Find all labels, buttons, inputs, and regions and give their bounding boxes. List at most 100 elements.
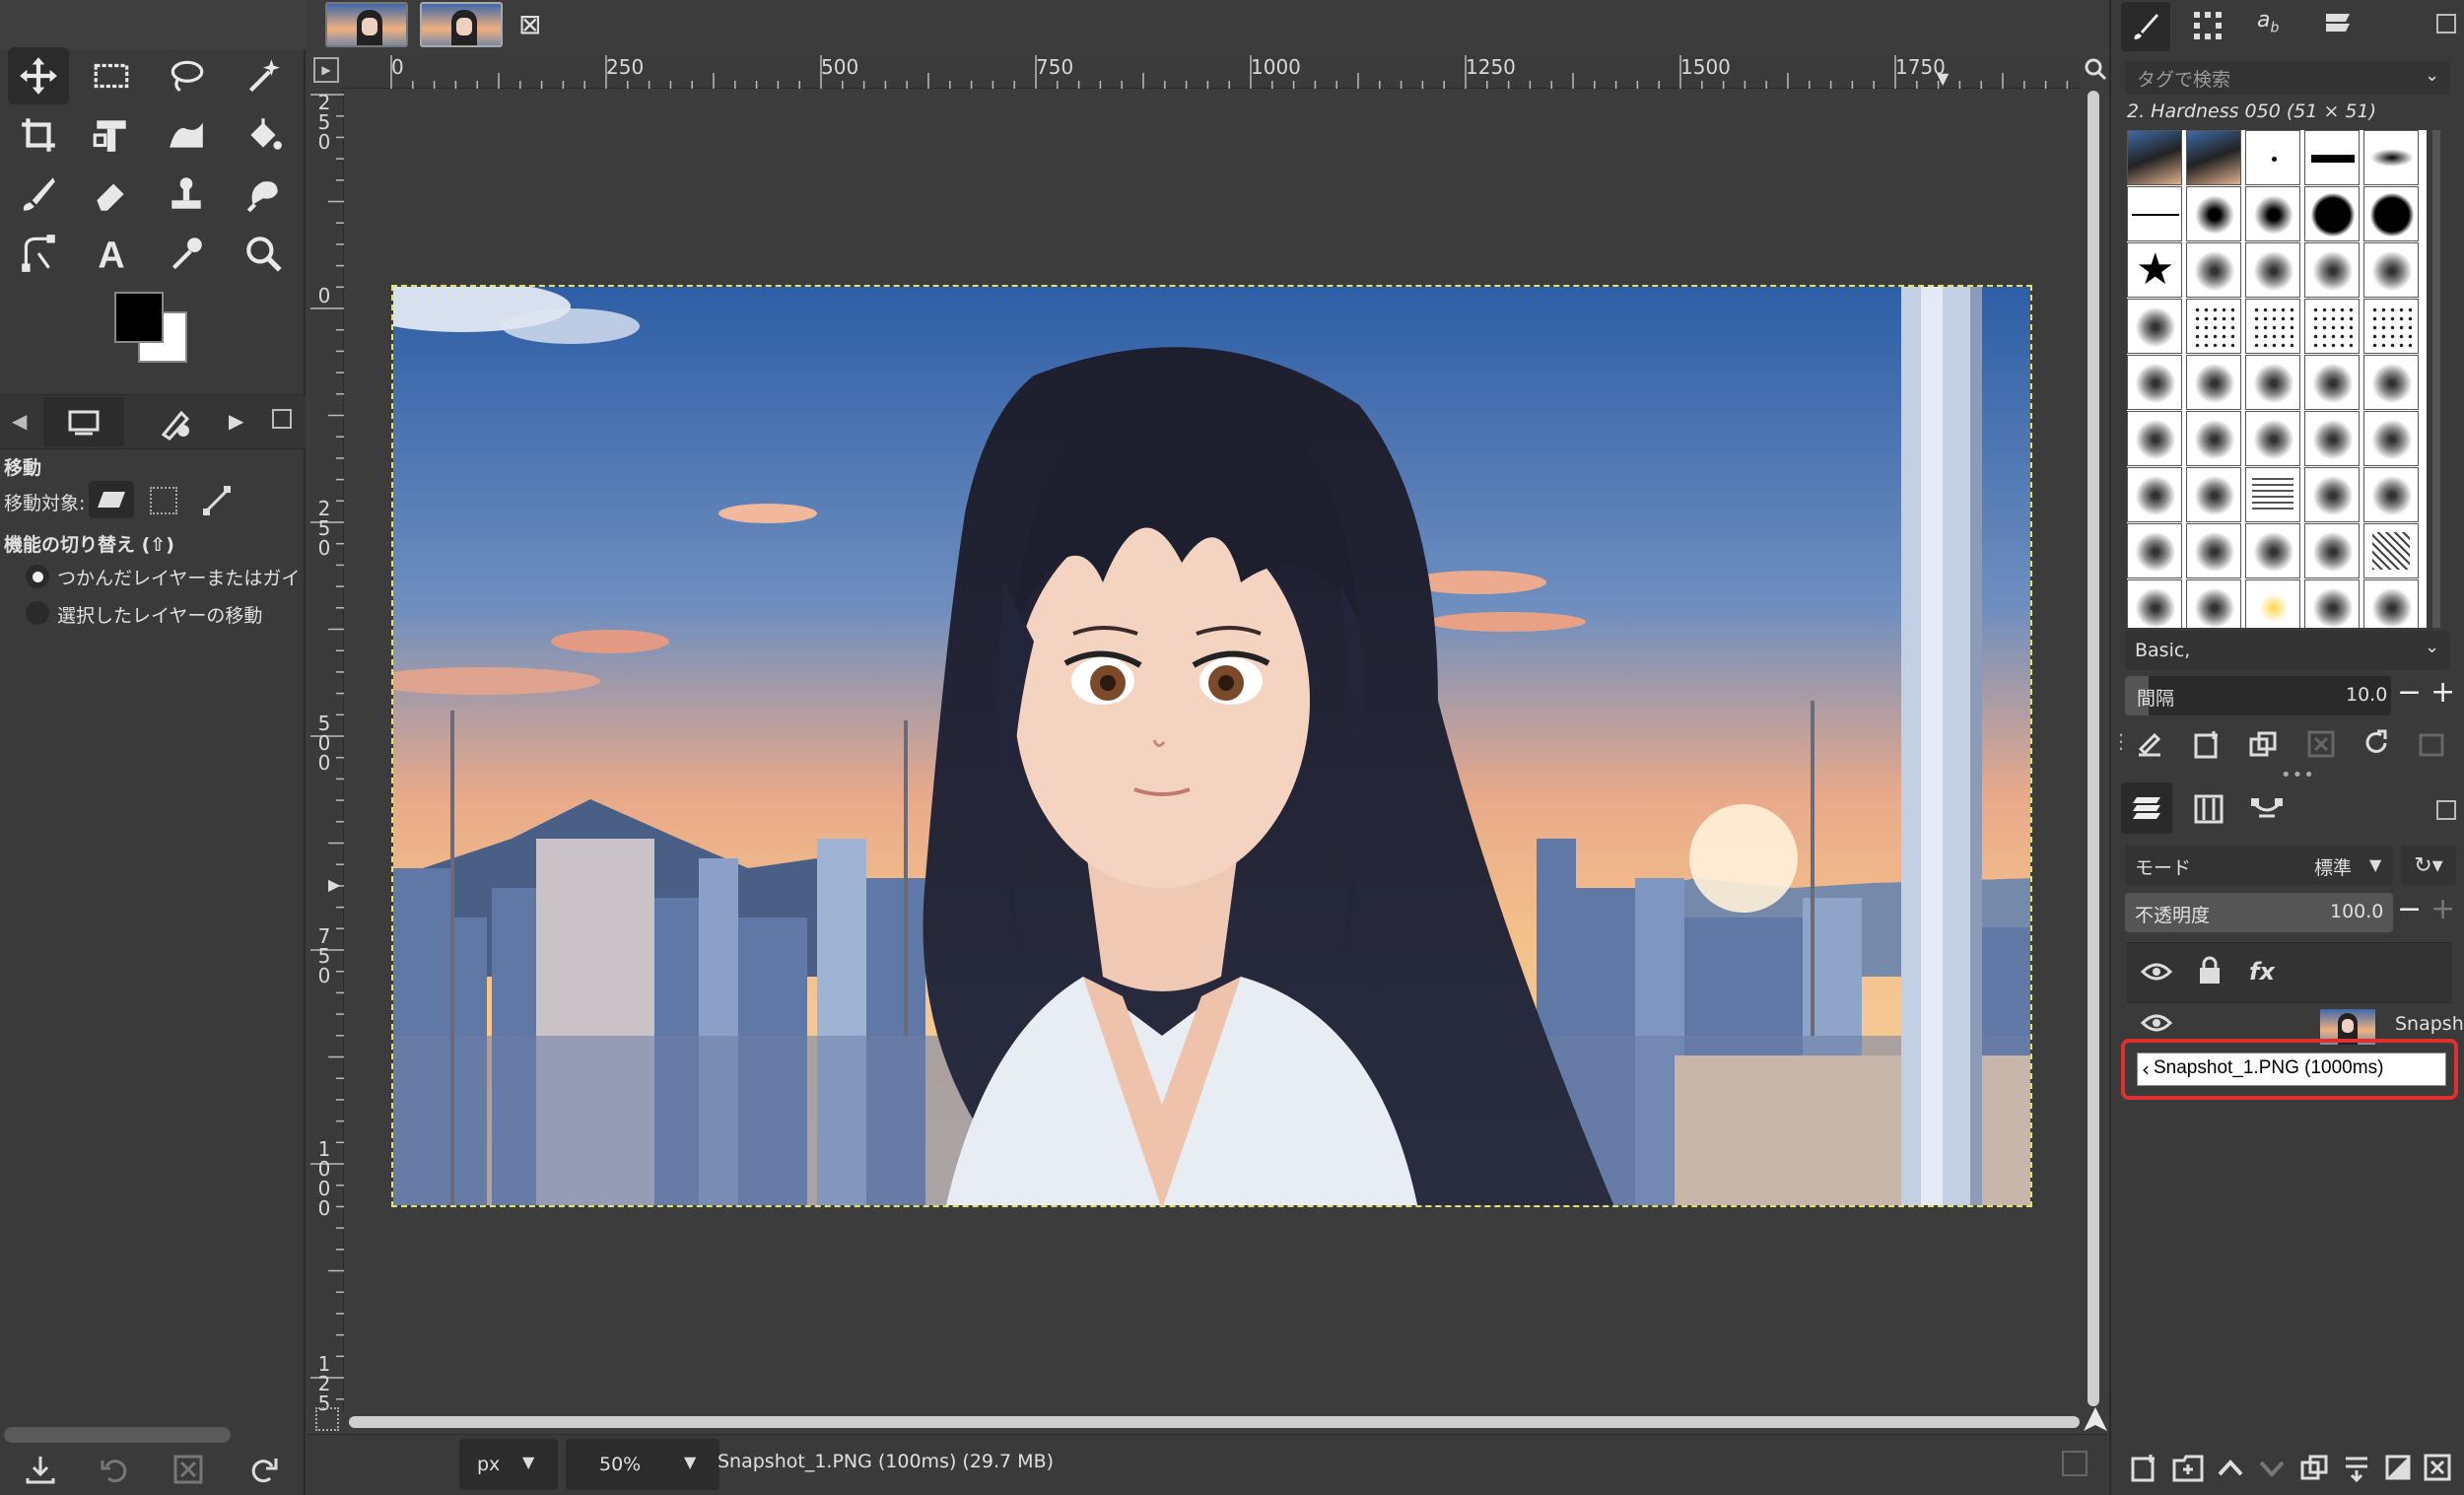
layer-effects-fx-icon[interactable]: fx: [2249, 958, 2275, 985]
brush-preset[interactable]: [2245, 242, 2300, 298]
brush-preset[interactable]: [2363, 467, 2419, 522]
zoom-tool-icon[interactable]: [233, 225, 294, 282]
unit-selector[interactable]: px ▼: [459, 1439, 558, 1490]
brush-preset[interactable]: [2304, 467, 2360, 522]
brush-preset[interactable]: [2363, 579, 2419, 628]
brush-preset[interactable]: [2127, 579, 2182, 628]
status-corner-icon[interactable]: [2062, 1451, 2088, 1476]
brush-preset[interactable]: [2304, 130, 2360, 185]
raise-layer-icon[interactable]: [2216, 1453, 2245, 1486]
image-tab-1[interactable]: [325, 2, 408, 47]
toolbox-scrollbar[interactable]: [4, 1427, 231, 1443]
brush-preset[interactable]: [2363, 299, 2419, 354]
brush-preset[interactable]: [2186, 130, 2241, 185]
tab-menu-icon[interactable]: [272, 409, 292, 429]
brush-as-image-icon[interactable]: [2417, 729, 2446, 763]
edit-brush-icon[interactable]: [2135, 729, 2164, 763]
brush-preset[interactable]: [2127, 355, 2182, 410]
lock-icon[interactable]: [2198, 956, 2222, 989]
radio-pick-layer[interactable]: [26, 565, 49, 588]
brush-preset[interactable]: [2363, 411, 2419, 466]
brush-preset[interactable]: [2363, 523, 2419, 578]
zoom-navigate-icon[interactable]: [2084, 57, 2107, 85]
delete-layer-icon[interactable]: [2423, 1453, 2452, 1486]
tab-tool-options[interactable]: [43, 397, 124, 446]
paths-tool-icon[interactable]: [8, 225, 69, 282]
smudge-tool-icon[interactable]: [233, 166, 294, 223]
duplicate-brush-icon[interactable]: [2249, 729, 2279, 763]
brush-preset[interactable]: [2304, 523, 2360, 578]
move-target-selection-button[interactable]: [150, 487, 177, 514]
bucket-fill-tool-icon[interactable]: [233, 106, 294, 164]
text-tool-icon[interactable]: A: [81, 225, 142, 282]
brush-preset[interactable]: [2186, 355, 2241, 410]
tab-device-status[interactable]: [158, 405, 193, 444]
brush-preset[interactable]: [2127, 299, 2182, 354]
color-picker-tool-icon[interactable]: [156, 225, 217, 282]
brush-preset[interactable]: [2186, 411, 2241, 466]
vertical-scroll-thumb[interactable]: [2088, 91, 2099, 1406]
brush-preset[interactable]: [2127, 523, 2182, 578]
image-tab-2[interactable]: [420, 2, 503, 47]
brushes-scrollbar[interactable]: [2432, 130, 2440, 628]
close-image-tab-icon[interactable]: ⊠: [518, 8, 541, 40]
new-brush-icon[interactable]: [2192, 729, 2222, 763]
layer-mode-dropdown[interactable]: モード 標準 ▼: [2125, 846, 2393, 885]
foreground-color-swatch[interactable]: [114, 292, 164, 343]
tabs-left-arrow-icon[interactable]: ◀: [12, 409, 27, 433]
merge-layer-icon[interactable]: [2342, 1453, 2371, 1486]
horizontal-scroll-thumb[interactable]: [349, 1416, 2080, 1428]
transform-tool-icon[interactable]: [81, 106, 142, 164]
brush-preset[interactable]: [2363, 186, 2419, 241]
new-layer-group-icon[interactable]: [2172, 1453, 2204, 1486]
brush-preset[interactable]: [2245, 523, 2300, 578]
lasso-tool-icon[interactable]: [156, 47, 217, 104]
reset-options-icon[interactable]: [246, 1453, 280, 1490]
eraser-tool-icon[interactable]: [81, 166, 142, 223]
brush-preset[interactable]: [2186, 242, 2241, 298]
layers-menu-icon[interactable]: [2436, 800, 2456, 820]
brush-preset[interactable]: [2186, 579, 2241, 628]
brush-preset[interactable]: [2304, 411, 2360, 466]
clone-tool-icon[interactable]: [156, 166, 217, 223]
brush-preset[interactable]: [2186, 299, 2241, 354]
layer-visibility-eye-icon[interactable]: [2140, 1011, 2173, 1039]
tab-layers[interactable]: [2121, 782, 2172, 834]
radio-move-active-layer[interactable]: [26, 601, 49, 625]
brush-preset[interactable]: [2363, 130, 2419, 185]
new-layer-icon[interactable]: [2129, 1453, 2158, 1486]
crop-tool-icon[interactable]: [8, 106, 69, 164]
rect-select-tool-icon[interactable]: [81, 47, 142, 104]
tab-paths[interactable]: [2251, 794, 2283, 828]
dock-menu-icon[interactable]: [2436, 14, 2456, 34]
brush-preset[interactable]: [2245, 299, 2300, 354]
spacing-decrease-button[interactable]: −: [2397, 676, 2422, 710]
move-target-path-button[interactable]: [201, 485, 233, 520]
brush-preset[interactable]: ★: [2127, 242, 2182, 298]
brush-preset[interactable]: [2304, 242, 2360, 298]
warp-tool-icon[interactable]: [156, 106, 217, 164]
brush-preset[interactable]: [2186, 186, 2241, 241]
vertical-ruler[interactable]: 250 0 250 500 750 1000 125 ▶: [310, 91, 344, 1413]
toggle-quick-mask-icon[interactable]: [315, 1407, 339, 1431]
move-tool-icon[interactable]: [8, 47, 69, 104]
save-options-icon[interactable]: [24, 1453, 57, 1490]
brush-preset[interactable]: [2186, 523, 2241, 578]
spacing-increase-button[interactable]: +: [2430, 676, 2455, 710]
brush-preset[interactable]: [2304, 186, 2360, 241]
brush-preset[interactable]: [2363, 242, 2419, 298]
move-target-layer-button[interactable]: [89, 481, 134, 518]
brush-preset[interactable]: [2245, 355, 2300, 410]
visibility-header-eye-icon[interactable]: [2140, 960, 2173, 987]
fuzzy-select-tool-icon[interactable]: [233, 47, 294, 104]
brush-preset[interactable]: [2304, 299, 2360, 354]
brush-preset[interactable]: [2127, 186, 2182, 241]
vertical-scrollbar[interactable]: [2084, 91, 2103, 1406]
tab-brushes[interactable]: [2121, 2, 2170, 51]
spacing-slider[interactable]: 間隔 10.0: [2125, 676, 2391, 715]
brush-preset[interactable]: [2245, 579, 2300, 628]
brush-preset[interactable]: [2363, 355, 2419, 410]
brush-preset[interactable]: [2304, 355, 2360, 410]
brush-preset[interactable]: [2245, 186, 2300, 241]
horizontal-scrollbar[interactable]: [345, 1411, 2085, 1433]
